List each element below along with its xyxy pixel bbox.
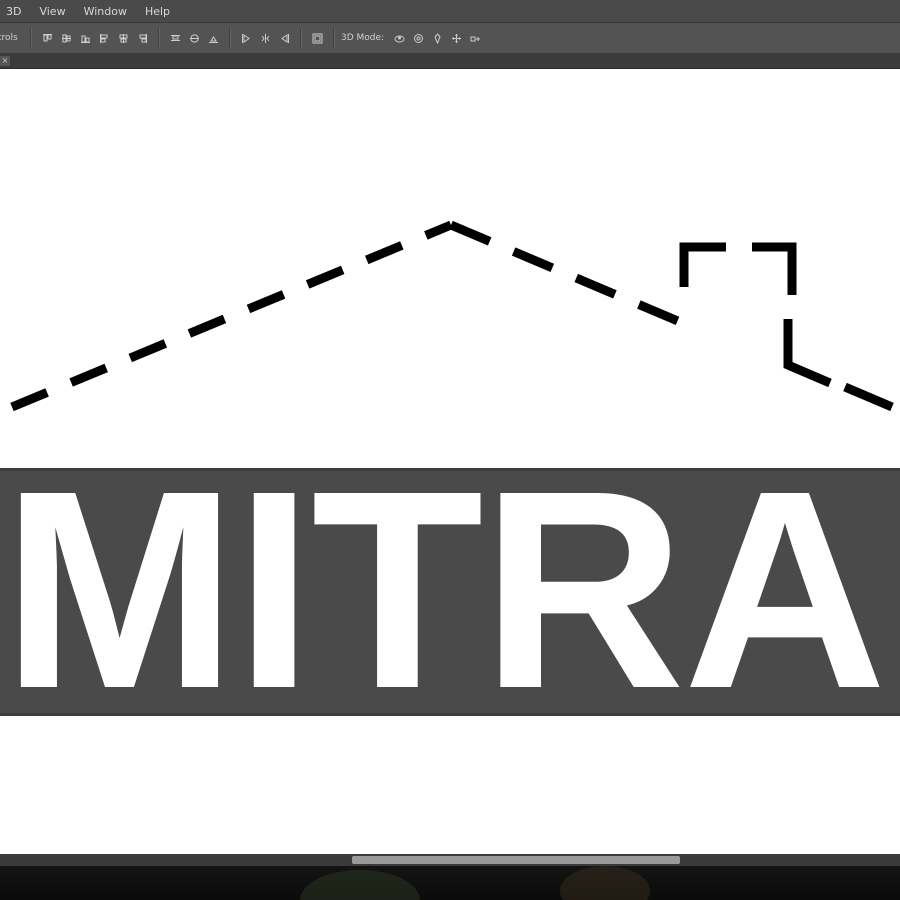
align-bottom-edges-icon[interactable] xyxy=(80,33,91,44)
distribute-top-icon[interactable] xyxy=(170,33,181,44)
logo-text: MITRA xyxy=(2,468,887,716)
distribute-left-icon[interactable] xyxy=(241,33,252,44)
3d-mode-label: 3D Mode: xyxy=(341,33,385,43)
orbit-3d-icon[interactable] xyxy=(394,33,405,44)
distribute-right-icon[interactable] xyxy=(279,33,290,44)
horizontal-scrollbar[interactable] xyxy=(0,854,900,866)
menu-3d[interactable]: 3D xyxy=(6,5,21,18)
menu-window[interactable]: Window xyxy=(84,5,127,18)
document-tab-strip: × xyxy=(0,54,900,69)
separator xyxy=(300,29,302,47)
pan-3d-icon[interactable] xyxy=(432,32,443,44)
document-canvas[interactable]: MITRA xyxy=(0,69,900,854)
align-horizontal-centers-icon[interactable] xyxy=(118,33,129,44)
separator xyxy=(229,29,231,47)
distribute-vcenter-icon[interactable] xyxy=(189,33,200,44)
menu-view[interactable]: View xyxy=(39,5,65,18)
scale-3d-icon[interactable] xyxy=(470,33,481,44)
separator xyxy=(30,29,32,47)
distribute-bottom-icon[interactable] xyxy=(208,33,219,44)
close-icon[interactable]: × xyxy=(0,56,10,66)
logo-banner: MITRA xyxy=(0,468,900,716)
desktop-background xyxy=(0,866,900,900)
decorative-shape xyxy=(560,866,650,900)
align-right-edges-icon[interactable] xyxy=(137,33,148,44)
show-transform-controls-label[interactable]: trols xyxy=(0,33,24,43)
menu-help[interactable]: Help xyxy=(145,5,170,18)
separator xyxy=(333,29,335,47)
slide-3d-icon[interactable] xyxy=(451,33,462,44)
auto-align-layers-icon[interactable] xyxy=(312,33,323,44)
distribute-hcenter-icon[interactable] xyxy=(260,33,271,44)
roof-dashed-outline xyxy=(10,220,894,412)
align-left-edges-icon[interactable] xyxy=(99,33,110,44)
align-top-edges-icon[interactable] xyxy=(42,33,53,44)
scrollbar-thumb[interactable] xyxy=(352,856,680,864)
separator xyxy=(158,29,160,47)
roll-3d-icon[interactable] xyxy=(413,33,424,44)
menu-bar: 3D View Window Help xyxy=(0,0,900,23)
align-vertical-centers-icon[interactable] xyxy=(61,33,72,44)
decorative-shape xyxy=(300,870,420,900)
options-bar: trols 3D Mode: xyxy=(0,23,900,54)
